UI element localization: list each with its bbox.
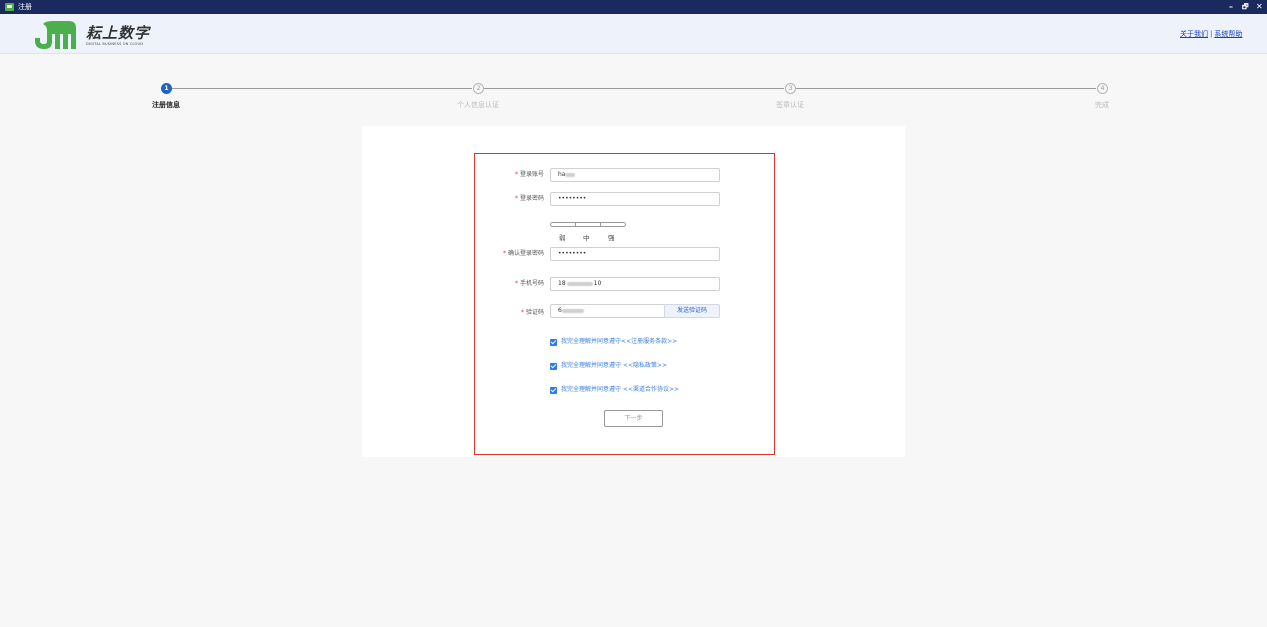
masked-text — [561, 308, 584, 313]
agreement-checkbox[interactable] — [550, 363, 557, 370]
send-code-button[interactable]: 发送验证码 — [664, 304, 720, 318]
agreement-checkbox[interactable] — [550, 339, 557, 346]
step-2-indicator: 2 — [473, 83, 484, 94]
strength-medium-segment — [575, 222, 601, 227]
strength-weak-label: 弱 — [559, 234, 566, 242]
privacy-policy-link[interactable]: <<隐私政策>> — [621, 362, 667, 369]
confirm-password-input[interactable]: •••••••• — [550, 247, 720, 261]
phone-label: * 手机号码 — [514, 280, 544, 287]
phone-input[interactable]: 18 10 — [550, 277, 720, 291]
strength-strong-segment — [600, 222, 626, 227]
channel-agreement-link[interactable]: <<渠道合作协议>> — [621, 386, 679, 393]
next-step-button[interactable]: 下一步 — [604, 410, 663, 427]
account-value: ha — [558, 171, 566, 178]
window-titlebar: 注册 – 🗗 ✕ — [0, 0, 1267, 14]
phone-suffix: 10 — [593, 280, 602, 287]
masked-text — [566, 281, 593, 286]
step-3-label: 签章认证 — [776, 101, 804, 109]
strength-medium-label: 中 — [583, 234, 590, 242]
terms-of-service-link[interactable]: <<注册服务条款>> — [621, 338, 677, 345]
elephant-logo-icon — [35, 21, 76, 49]
app-header: 耘上数字 DIGITAL BUSINESS ON CLOUD 关于我们 | 系统帮助 — [0, 14, 1267, 54]
step-1-label: 注册信息 — [152, 101, 180, 109]
agreement-privacy: 我完全理解并同意遵守 <<隐私政策>> — [561, 362, 668, 369]
strength-weak-segment — [550, 222, 576, 227]
close-icon[interactable]: ✕ — [1256, 2, 1263, 12]
maximize-icon[interactable]: 🗗 — [1242, 2, 1249, 12]
password-input[interactable]: •••••••• — [550, 192, 720, 206]
help-link[interactable]: 系统帮助 — [1214, 30, 1242, 38]
code-input[interactable]: 6 — [550, 304, 665, 318]
strength-strong-label: 强 — [608, 234, 615, 242]
registration-steps: 1 2 3 4 注册信息 个人信息认证 签章认证 完成 — [0, 80, 1267, 114]
step-1-indicator: 1 — [161, 83, 172, 94]
header-links: 关于我们 | 系统帮助 — [1180, 30, 1242, 39]
link-separator: | — [1210, 30, 1213, 38]
step-2-label: 个人信息认证 — [457, 101, 499, 109]
agreement-terms: 我完全理解并同意遵守<<注册服务条款>> — [561, 338, 678, 345]
step-connector — [172, 88, 472, 89]
password-strength-meter — [550, 222, 626, 227]
logo-text: 耘上数字 — [86, 24, 151, 42]
step-4-label: 完成 — [1095, 101, 1109, 109]
step-3-indicator: 3 — [785, 83, 796, 94]
step-connector — [484, 88, 784, 89]
app-icon — [5, 3, 14, 11]
code-label: * 验证码 — [520, 309, 544, 316]
about-link[interactable]: 关于我们 — [1180, 30, 1208, 38]
step-connector — [796, 88, 1096, 89]
agreement-channel: 我完全理解并同意遵守 <<渠道合作协议>> — [561, 386, 680, 393]
phone-prefix: 18 — [558, 280, 566, 287]
confirm-password-label: * 确认登录密码 — [502, 250, 544, 257]
minimize-icon[interactable]: – — [1229, 2, 1233, 12]
window-title: 注册 — [18, 3, 32, 11]
step-4-indicator: 4 — [1097, 83, 1108, 94]
masked-text — [565, 172, 576, 177]
password-label: * 登录密码 — [514, 195, 544, 202]
account-input[interactable]: ha — [550, 168, 720, 182]
logo-subtext: DIGITAL BUSINESS ON CLOUD — [86, 42, 144, 46]
agreement-checkbox[interactable] — [550, 387, 557, 394]
account-label: * 登录账号 — [514, 171, 544, 178]
